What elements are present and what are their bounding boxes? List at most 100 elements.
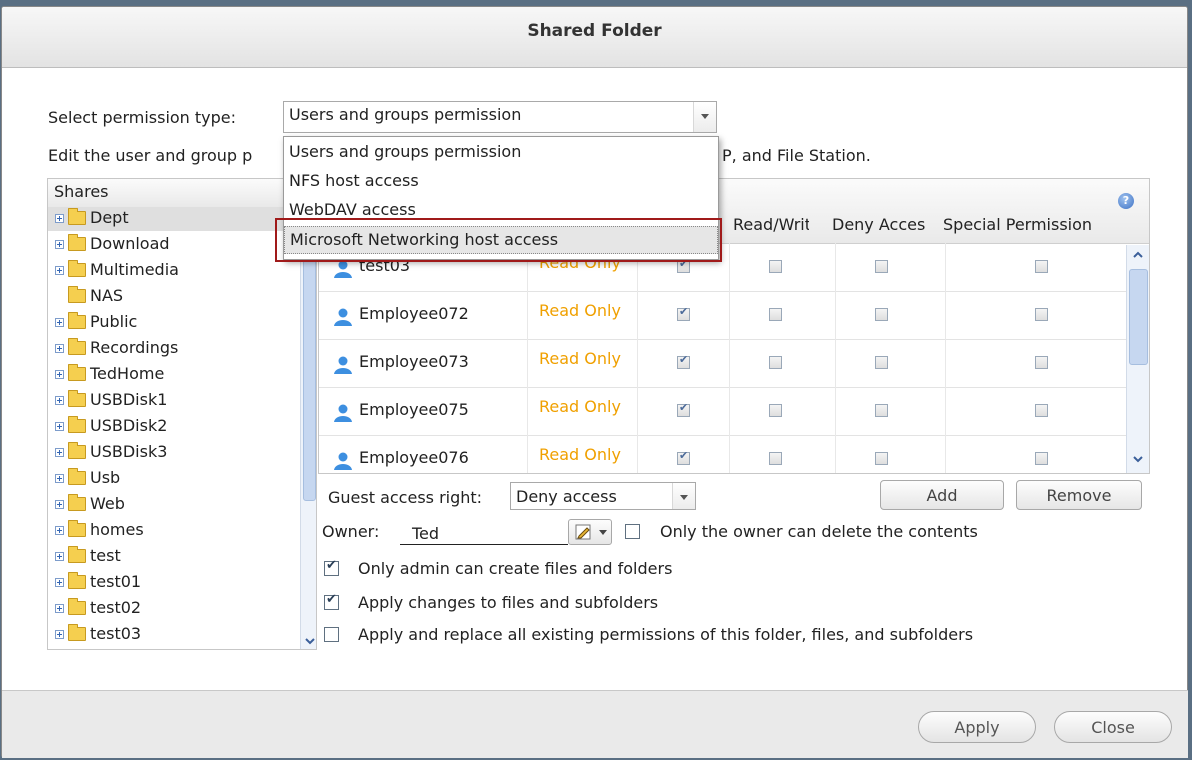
share-item[interactable]: test01 [48, 571, 300, 595]
expand-icon[interactable] [55, 370, 64, 379]
permission-type-label: Select permission type: [48, 108, 237, 127]
expand-icon[interactable] [55, 500, 64, 509]
share-item[interactable]: USBDisk1 [48, 389, 300, 413]
pencil-icon [575, 524, 591, 540]
read-only-checkbox[interactable] [677, 401, 690, 417]
expand-icon[interactable] [55, 266, 64, 275]
apply-changes-checkbox[interactable] [324, 592, 339, 610]
read-write-checkbox[interactable] [769, 308, 782, 321]
apply-replace-checkbox[interactable] [324, 627, 339, 642]
share-item[interactable]: test [48, 545, 300, 569]
shares-scrollbar[interactable] [300, 207, 316, 649]
share-item[interactable]: test03 [48, 623, 300, 647]
guest-access-value: Deny access [516, 487, 617, 506]
special-permission-checkbox[interactable] [1035, 404, 1048, 417]
guest-access-select[interactable]: Deny access [510, 482, 696, 510]
permissions-scrollbar[interactable] [1126, 245, 1149, 473]
option-users-groups[interactable]: Users and groups permission [284, 139, 718, 167]
read-write-checkbox[interactable] [769, 404, 782, 417]
folder-icon [68, 572, 86, 589]
folder-icon [68, 546, 86, 563]
option-webdav-label: WebDAV access [289, 200, 416, 219]
add-button[interactable]: Add [880, 480, 1004, 510]
share-item[interactable]: TedHome [48, 363, 300, 387]
read-only-checkbox[interactable] [677, 353, 690, 369]
apply-changes-label: Apply changes to files and subfolders [358, 593, 659, 612]
share-item[interactable]: USBDisk3 [48, 441, 300, 465]
special-permission-checkbox[interactable] [1035, 356, 1048, 369]
share-name: Recordings [90, 338, 179, 357]
user-name: Employee072 [359, 304, 469, 323]
read-write-checkbox[interactable] [769, 452, 782, 465]
share-name: Usb [90, 468, 121, 487]
read-write-checkbox[interactable] [769, 356, 782, 369]
expand-icon[interactable] [55, 240, 64, 249]
expand-icon[interactable] [55, 422, 64, 431]
expand-icon[interactable] [55, 630, 64, 639]
close-button[interactable]: Close [1054, 711, 1172, 743]
deny-access-checkbox[interactable] [875, 452, 888, 465]
remove-button[interactable]: Remove [1016, 480, 1142, 510]
expand-icon[interactable] [55, 526, 64, 535]
expand-icon[interactable] [55, 214, 64, 223]
scroll-down-arrow-icon[interactable] [1132, 453, 1144, 465]
owner-edit-button[interactable] [568, 519, 612, 545]
folder-icon [68, 260, 86, 277]
apply-replace-label: Apply and replace all existing permissio… [358, 625, 974, 644]
expand-icon[interactable] [55, 578, 64, 587]
expand-icon[interactable] [55, 448, 64, 457]
share-item[interactable]: Multimedia [48, 259, 300, 283]
expand-icon[interactable] [55, 552, 64, 561]
share-item[interactable]: Dept [48, 207, 300, 231]
only-owner-delete-checkbox[interactable] [625, 524, 640, 539]
share-name: test02 [90, 598, 142, 617]
read-write-checkbox[interactable] [769, 260, 782, 273]
help-icon[interactable]: ? [1118, 193, 1134, 209]
share-item[interactable]: Recordings [48, 337, 300, 361]
deny-access-checkbox[interactable] [875, 260, 888, 273]
permission-type-select[interactable]: Users and groups permission [283, 101, 717, 133]
expand-icon[interactable] [55, 318, 64, 327]
share-item[interactable]: Web [48, 493, 300, 517]
share-name: Web [90, 494, 125, 513]
user-icon [334, 260, 352, 278]
chevron-down-icon[interactable] [693, 102, 716, 132]
special-permission-checkbox[interactable] [1035, 260, 1048, 273]
deny-access-checkbox[interactable] [875, 356, 888, 369]
scroll-down-arrow-icon[interactable] [304, 635, 316, 647]
expand-icon[interactable] [55, 474, 64, 483]
user-icon [334, 404, 352, 422]
title-bar: Shared Folder [2, 7, 1187, 68]
user-name: Employee073 [359, 352, 469, 371]
share-item[interactable]: Usb [48, 467, 300, 491]
only-owner-delete-label: Only the owner can delete the contents [660, 522, 978, 541]
share-item[interactable]: test02 [48, 597, 300, 621]
owner-field-underline [400, 544, 568, 545]
share-item[interactable]: Download [48, 233, 300, 257]
permissions-scroll-thumb[interactable] [1129, 269, 1148, 365]
chevron-down-icon[interactable] [672, 483, 695, 509]
share-item[interactable]: USBDisk2 [48, 415, 300, 439]
share-name: test [90, 546, 121, 565]
share-item[interactable]: Public [48, 311, 300, 335]
only-admin-create-checkbox[interactable] [324, 558, 339, 576]
read-only-checkbox[interactable] [677, 449, 690, 465]
share-item[interactable]: NAS [48, 285, 300, 309]
special-permission-checkbox[interactable] [1035, 452, 1048, 465]
permission-row: Employee073 Read Only [319, 339, 1126, 388]
share-item[interactable]: homes [48, 519, 300, 543]
expand-icon[interactable] [55, 604, 64, 613]
share-name: Dept [90, 208, 129, 227]
description-text-start: Edit the user and group p [48, 146, 253, 165]
scroll-up-arrow-icon[interactable] [1132, 249, 1144, 261]
chevron-down-icon [599, 530, 607, 535]
expand-icon[interactable] [55, 396, 64, 405]
read-only-checkbox[interactable] [677, 305, 690, 321]
apply-button[interactable]: Apply [918, 711, 1036, 743]
special-permission-checkbox[interactable] [1035, 308, 1048, 321]
option-nfs-host[interactable]: NFS host access [284, 168, 718, 196]
expand-icon[interactable] [55, 344, 64, 353]
share-name: NAS [90, 286, 124, 305]
deny-access-checkbox[interactable] [875, 308, 888, 321]
deny-access-checkbox[interactable] [875, 404, 888, 417]
